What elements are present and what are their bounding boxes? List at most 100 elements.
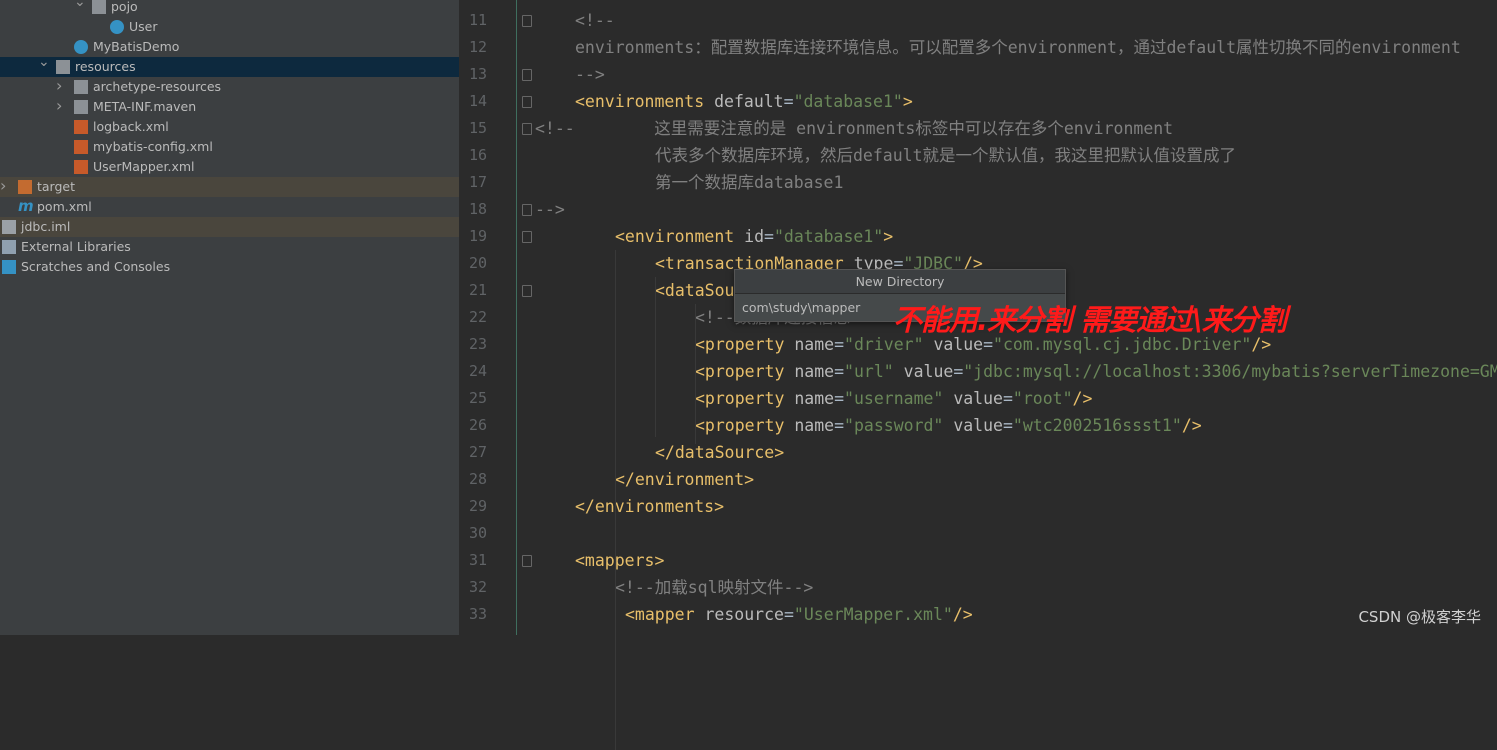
tree-item-label: User [129, 19, 158, 34]
excluded-orange-folder-icon [18, 180, 32, 194]
chevron-right-icon[interactable]: › [56, 76, 62, 96]
xml-attribute: default [714, 92, 784, 111]
tree-item-user[interactable]: User [0, 17, 459, 37]
excluded-folder-icon [74, 80, 88, 94]
chevron-right-icon[interactable]: › [56, 96, 62, 116]
code-line[interactable]: </environments> [575, 493, 724, 520]
code-text: = [834, 416, 845, 435]
fold-marker-icon[interactable] [522, 69, 532, 81]
xml-file-icon [74, 160, 88, 174]
xml-attribute: value [903, 362, 954, 381]
code-line[interactable]: <mappers> [575, 547, 664, 574]
xml-comment: --> [535, 200, 565, 219]
libraries-icon [2, 240, 16, 254]
code-line[interactable]: <property name="username" value="root"/> [695, 385, 1092, 412]
xml-comment: <!--加载sql映射文件--> [615, 578, 814, 597]
code-text: = [834, 389, 845, 408]
code-line[interactable]: <mapper resource="UserMapper.xml"/> [625, 601, 973, 628]
tree-item-resources[interactable]: ⌄ resources [0, 54, 459, 77]
xml-tag: <environment [615, 227, 745, 246]
line-number: 29 [468, 497, 487, 515]
fold-marker-icon[interactable] [522, 285, 532, 297]
tree-item-logback-xml[interactable]: logback.xml [0, 117, 459, 137]
code-line[interactable]: <property name="url" value="jdbc:mysql:/… [695, 358, 1497, 385]
fold-marker-icon[interactable] [522, 123, 532, 135]
tree-item-archetype-resources[interactable]: › archetype-resources [0, 76, 459, 97]
tree-item-label: logback.xml [93, 119, 169, 134]
maven-icon: m [18, 197, 34, 215]
code-line[interactable]: <!-- 这里需要注意的是 environments标签中可以存在多个envir… [535, 115, 1173, 142]
code-text: = [953, 362, 964, 381]
line-number: 21 [468, 281, 487, 299]
code-line[interactable]: --> [575, 61, 605, 88]
code-line[interactable]: <property name="password" value="wtc2002… [695, 412, 1202, 439]
fold-marker-icon[interactable] [522, 231, 532, 243]
code-line[interactable]: </environment> [615, 466, 754, 493]
tree-item-jdbc-iml[interactable]: jdbc.iml [0, 217, 459, 237]
code-line[interactable]: 第一个数据库database1 [655, 169, 843, 196]
fold-marker-icon[interactable] [522, 204, 532, 216]
line-number: 32 [468, 578, 487, 596]
tree-item-label: META-INF.maven [93, 99, 197, 114]
line-number: 26 [468, 416, 487, 434]
code-line[interactable]: <environment id="database1"> [615, 223, 893, 250]
tree-item-scratches-and-consoles[interactable]: Scratches and Consoles [0, 257, 459, 277]
xml-comment: 第一个数据库database1 [655, 173, 844, 192]
line-number: 28 [468, 470, 487, 488]
tree-item-mybatisdemo[interactable]: MyBatisDemo [0, 37, 459, 57]
fold-marker-icon[interactable] [522, 555, 532, 567]
xml-tag: /> [1181, 416, 1202, 435]
xml-comment: --> [575, 65, 605, 84]
line-number: 25 [468, 389, 487, 407]
popup-title: New Directory [735, 270, 1065, 294]
tree-item-label: archetype-resources [93, 79, 222, 94]
tree-item-pom-xml[interactable]: m pom.xml [0, 197, 459, 217]
xml-attribute: name [794, 389, 835, 408]
xml-tag: <environments [575, 92, 715, 111]
tree-item-label: mybatis-config.xml [93, 139, 213, 154]
code-text: = [1002, 416, 1013, 435]
code-line[interactable]: --> [535, 196, 565, 223]
tree-item-label: pom.xml [37, 199, 92, 214]
xml-attribute: value [953, 389, 1003, 408]
chevron-down-icon[interactable]: ⌄ [74, 0, 86, 12]
xml-tag: </environment> [615, 470, 755, 489]
line-number: 18 [468, 200, 487, 218]
code-line[interactable]: </dataSource> [655, 439, 784, 466]
tree-item-mybatis-config-xml[interactable]: mybatis-config.xml [0, 137, 459, 157]
tree-item-external-libraries[interactable]: External Libraries [0, 237, 459, 257]
xml-tag: /> [952, 605, 973, 624]
line-number: 22 [468, 308, 487, 326]
code-text: = [783, 92, 794, 111]
chevron-down-icon[interactable]: ⌄ [38, 52, 50, 72]
code-text: = [834, 362, 845, 381]
xml-file-icon [74, 140, 88, 154]
xml-value: "username" [844, 389, 954, 408]
xml-comment: 代表多个数据库环境，然后default就是一个默认值，我这里把默认值设置成了 [655, 146, 1237, 165]
fold-marker-icon[interactable] [522, 96, 532, 108]
xml-tag: <property [695, 389, 795, 408]
code-text: = [783, 605, 794, 624]
xml-value: "database1" [793, 92, 903, 111]
tree-item-usermapper-xml[interactable]: UserMapper.xml [0, 157, 459, 177]
xml-value: "wtc2002516ssst1" [1012, 416, 1182, 435]
tree-item-pojo[interactable]: ⌄ pojo [0, 0, 459, 17]
xml-attribute: value [953, 416, 1003, 435]
line-number: 16 [468, 146, 487, 164]
code-line[interactable]: <!--加载sql映射文件--> [615, 574, 813, 601]
tree-item-label: target [37, 179, 76, 194]
tree-item-target[interactable]: › target [0, 176, 459, 197]
code-line[interactable]: environments：配置数据库连接环境信息。可以配置多个environme… [575, 34, 1461, 61]
line-number: 14 [468, 92, 487, 110]
indent-guide [615, 250, 616, 750]
code-line[interactable]: <!-- [575, 7, 615, 34]
tree-item-meta-inf-maven[interactable]: › META-INF.maven [0, 96, 459, 117]
tree-item-label: resources [75, 59, 136, 74]
code-line[interactable]: <environments default="database1"> [575, 88, 913, 115]
chevron-right-icon[interactable]: › [0, 176, 6, 196]
tree-item-label: MyBatisDemo [93, 39, 180, 54]
fold-marker-icon[interactable] [522, 15, 532, 27]
tree-item-label: Scratches and Consoles [21, 259, 171, 274]
code-line[interactable]: 代表多个数据库环境，然后default就是一个默认值，我这里把默认值设置成了 [655, 142, 1236, 169]
project-tree[interactable]: ⌄ pojo User MyBatisDemo ⌄ resources › archetype… [0, 0, 459, 635]
